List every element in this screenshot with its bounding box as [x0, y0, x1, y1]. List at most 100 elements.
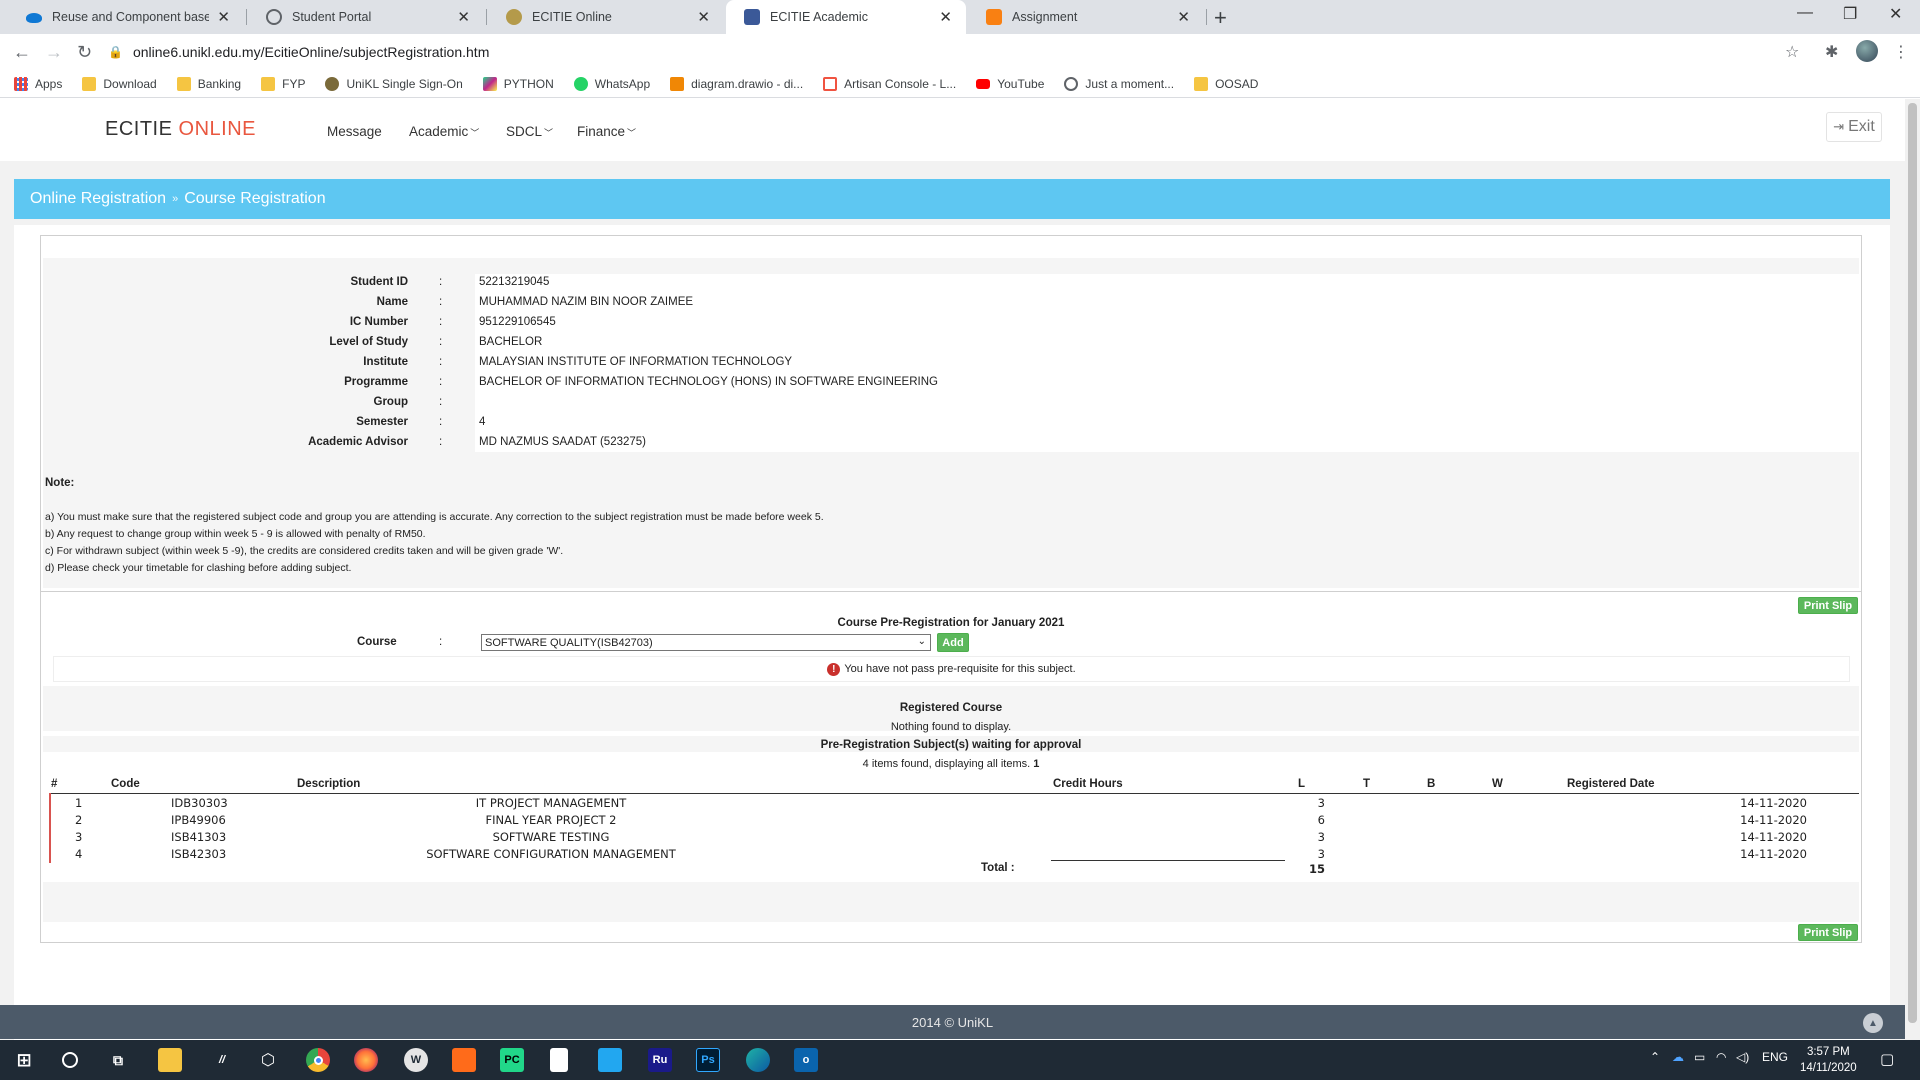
col-header-credit[interactable]: Credit Hours	[1053, 778, 1123, 790]
tab-assignment[interactable]: Assignment ✕	[968, 0, 1204, 34]
scroll-top-icon[interactable]: ▲	[1863, 1013, 1883, 1033]
menu-message[interactable]: Message	[327, 124, 382, 139]
minimize-icon[interactable]: —	[1797, 4, 1813, 22]
edge-icon[interactable]	[746, 1048, 770, 1072]
bookmark-fyp[interactable]: FYP	[261, 76, 305, 91]
bookmark-label: Artisan Console - L...	[844, 76, 957, 91]
col-header-date[interactable]: Registered Date	[1567, 778, 1655, 790]
bookmark-just-a-moment[interactable]: Just a moment...	[1064, 76, 1174, 91]
breadcrumb-online-registration[interactable]: Online Registration	[30, 190, 166, 208]
search-circle-icon[interactable]	[58, 1048, 82, 1072]
menu-academic[interactable]: Academic ﹀	[409, 124, 479, 139]
close-tab-icon[interactable]: ✕	[1177, 8, 1190, 26]
col-header-code[interactable]: Code	[111, 778, 140, 790]
close-tab-icon[interactable]: ✕	[939, 8, 952, 26]
bookmark-oosad[interactable]: OOSAD	[1194, 76, 1258, 91]
page-scrollbar[interactable]	[1905, 99, 1920, 1040]
print-slip-button[interactable]: Print Slip	[1798, 597, 1858, 614]
app-orange-icon[interactable]	[452, 1048, 476, 1072]
bookmark-whatsapp[interactable]: WhatsApp	[573, 76, 650, 91]
address-bar[interactable]: 🔒 online6.unikl.edu.my/EcitieOnline/subj…	[108, 37, 1788, 67]
system-clock[interactable]: 3:57 PM 14/11/2020	[1800, 1044, 1857, 1076]
chevron-down-icon: ﹀	[627, 128, 637, 138]
print-slip-button[interactable]: Print Slip	[1798, 924, 1858, 941]
unikl-icon	[506, 9, 522, 25]
exit-button[interactable]: ⇥ Exit	[1826, 112, 1882, 142]
footer-text: 2014 © UniKL	[911, 1014, 994, 1030]
rubymine-icon[interactable]: Ru	[648, 1048, 672, 1072]
col-header-l[interactable]: L	[1298, 778, 1305, 790]
close-window-icon[interactable]: ✕	[1889, 4, 1902, 24]
wifi-icon[interactable]: ◠	[1716, 1050, 1726, 1064]
battery-icon[interactable]: ▭	[1694, 1050, 1705, 1064]
course-select[interactable]: SOFTWARE QUALITY(ISB42703) ⌄	[481, 634, 931, 651]
onedrive-icon[interactable]: ☁	[1672, 1050, 1684, 1064]
forward-arrow-icon[interactable]: →	[45, 42, 63, 63]
bookmark-unikl-sso[interactable]: UniKL Single Sign-On	[325, 76, 463, 91]
outlook-icon[interactable]: o	[794, 1048, 818, 1072]
new-tab-button[interactable]: +	[1214, 5, 1227, 31]
tab-ecitie-online[interactable]: ECITIE Online ✕	[488, 0, 724, 34]
folder-icon	[176, 76, 191, 91]
extensions-puzzle-icon[interactable]: ✱	[1825, 42, 1838, 62]
bookmark-python[interactable]: PYTHON	[482, 76, 554, 91]
bookmark-drawio[interactable]: diagram.drawio - di...	[670, 76, 803, 91]
tab-student-portal[interactable]: Student Portal ✕	[248, 0, 484, 34]
tab-title: Reuse and Component based De	[52, 10, 210, 24]
tray-chevron-icon[interactable]: ⌃	[1650, 1050, 1660, 1064]
bookmark-apps[interactable]: Apps	[14, 76, 62, 91]
bookmark-label: Banking	[197, 76, 242, 91]
pycharm-icon[interactable]: PC	[500, 1048, 524, 1072]
col-header-b[interactable]: B	[1427, 778, 1435, 790]
bookmark-artisan[interactable]: Artisan Console - L...	[823, 76, 957, 91]
language-indicator[interactable]: ENG	[1762, 1050, 1788, 1064]
close-tab-icon[interactable]: ✕	[457, 8, 470, 26]
row-description: FINAL YEAR PROJECT 2	[485, 813, 617, 827]
task-view-icon[interactable]: ⧉	[106, 1048, 130, 1072]
tab-reuse[interactable]: Reuse and Component based De ✕	[8, 0, 244, 34]
close-tab-icon[interactable]: ✕	[217, 8, 230, 26]
app-aa-icon[interactable]: //	[210, 1048, 234, 1072]
menu-finance[interactable]: Finance ﹀	[577, 124, 636, 139]
col-header-no[interactable]: #	[51, 778, 57, 790]
bookmark-download[interactable]: Download	[82, 76, 157, 91]
windows-start-icon[interactable]: ⊞	[12, 1048, 36, 1072]
firefox-icon[interactable]	[354, 1048, 378, 1072]
tab-ecitie-academic[interactable]: ECITIE Academic ✕	[726, 0, 966, 34]
table-header-underline	[51, 793, 1859, 794]
file-explorer-icon[interactable]	[158, 1048, 182, 1072]
bookmark-star-icon[interactable]: ☆	[1785, 42, 1799, 62]
menu-sdcl[interactable]: SDCL ﹀	[506, 124, 553, 139]
info-label: Institute	[363, 356, 408, 368]
col-header-t[interactable]: T	[1363, 778, 1370, 790]
menu-label: Finance	[577, 124, 626, 139]
brand-logo[interactable]: ECITIE ONLINE	[105, 118, 256, 141]
photoshop-icon[interactable]: Ps	[696, 1048, 720, 1072]
bookmark-banking[interactable]: Banking	[176, 76, 242, 91]
vscode-icon[interactable]	[598, 1048, 622, 1072]
add-course-button[interactable]: Add	[937, 633, 969, 652]
notification-icon[interactable]: ▢	[1880, 1050, 1894, 1068]
chrome-icon[interactable]	[306, 1048, 330, 1072]
volume-icon[interactable]: ◁)	[1736, 1050, 1749, 1064]
app-hex-icon[interactable]: ⬡	[256, 1048, 280, 1072]
notepad-icon[interactable]	[550, 1048, 568, 1072]
row-credit: 3	[1317, 830, 1325, 844]
chevron-down-icon: ﹀	[470, 128, 480, 138]
app-w-icon[interactable]: W	[404, 1048, 428, 1072]
close-tab-icon[interactable]: ✕	[697, 8, 710, 26]
row-number: 2	[75, 813, 83, 827]
reload-icon[interactable]: ↻	[77, 42, 92, 63]
profile-avatar[interactable]	[1856, 40, 1878, 62]
breadcrumb-course-registration: Course Registration	[184, 190, 326, 207]
course-select-value: SOFTWARE QUALITY(ISB42703)	[485, 636, 653, 649]
back-arrow-icon[interactable]: ←	[13, 42, 31, 63]
scrollbar-thumb[interactable]	[1908, 103, 1917, 1023]
col-header-w[interactable]: W	[1492, 778, 1503, 790]
bookmark-youtube[interactable]: YouTube	[976, 77, 1044, 91]
page-link[interactable]: 1	[1033, 758, 1039, 770]
clock-time: 3:57 PM	[1806, 1046, 1850, 1058]
more-menu-icon[interactable]: ⋮	[1893, 42, 1909, 62]
restore-icon[interactable]: ❐	[1843, 4, 1857, 24]
col-header-description[interactable]: Description	[297, 778, 360, 790]
